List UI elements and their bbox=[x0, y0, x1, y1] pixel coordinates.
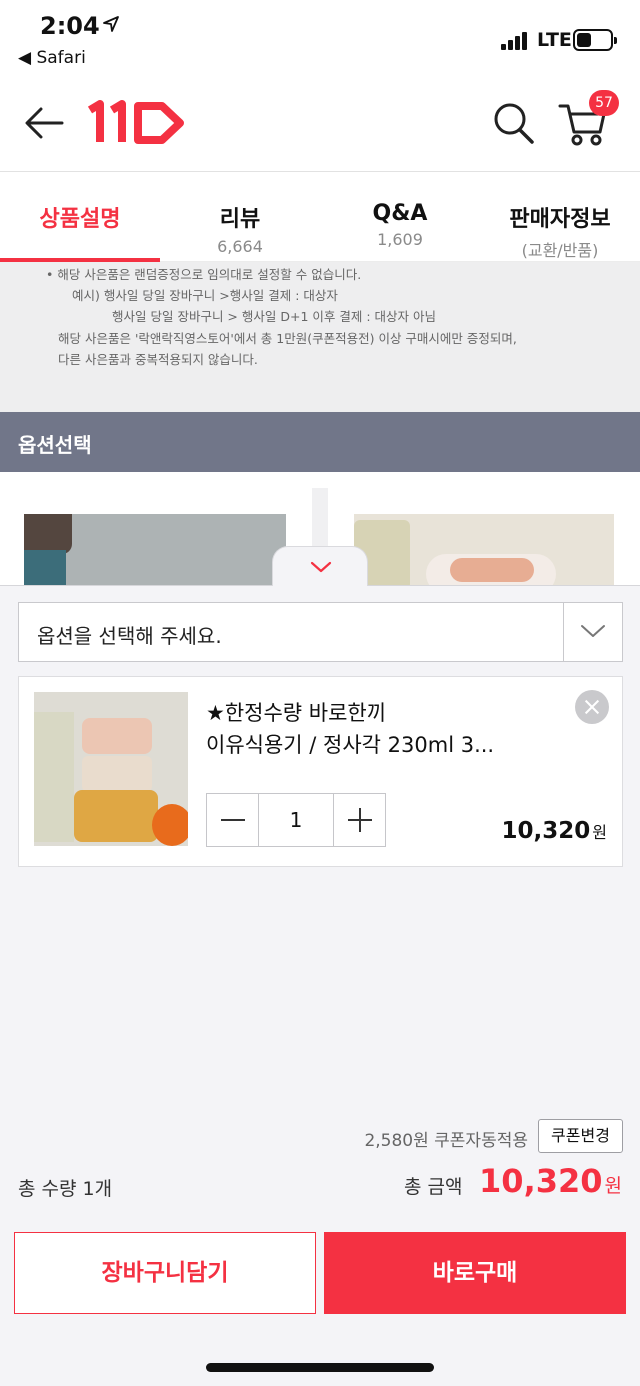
price-value: 10,320 bbox=[501, 818, 591, 844]
gift-notice: • 해당 사은품은 랜덤증정으로 임의대로 설정할 수 없습니다. 예시) 행사… bbox=[0, 262, 640, 412]
tab-count: 6,664 bbox=[217, 237, 263, 256]
increase-quantity-button[interactable] bbox=[333, 794, 385, 846]
app-header bbox=[0, 78, 640, 172]
tab-label: 리뷰 bbox=[219, 207, 261, 232]
title-line: ★한정수량 바로한끼 bbox=[206, 701, 387, 725]
brand-logo[interactable] bbox=[86, 98, 186, 148]
buy-now-button[interactable]: 바로구매 bbox=[324, 1232, 626, 1314]
back-arrow-icon[interactable] bbox=[24, 106, 64, 140]
tab-label: 상품설명 bbox=[39, 207, 121, 232]
option-image-left[interactable] bbox=[24, 514, 286, 585]
notice-line: 예시) 행사일 당일 장바구니 >행사일 결제 : 대상자 bbox=[72, 288, 338, 303]
currency-unit: 원 bbox=[604, 1175, 622, 1197]
notice-line: 해당 사은품은 '락앤락직영스토어'에서 총 1만원(쿠폰적용전) 이상 구매시… bbox=[58, 331, 517, 346]
option-section-header: 옵션선택 bbox=[0, 412, 640, 472]
notice-line: • 해당 사은품은 랜덤증정으로 임의대로 설정할 수 없습니다. bbox=[46, 267, 362, 282]
search-icon[interactable] bbox=[492, 100, 536, 146]
quantity-stepper: 1 bbox=[206, 793, 386, 847]
notice-line: 다른 사은품과 중복적용되지 않습니다. bbox=[58, 352, 258, 367]
sheet-collapse-handle[interactable] bbox=[272, 546, 368, 586]
battery-icon bbox=[573, 29, 617, 51]
tab-label: 판매자정보 bbox=[509, 207, 611, 232]
currency-unit: 원 bbox=[592, 823, 607, 842]
status-bar: 2:04 ◀ Safari LTE bbox=[0, 0, 640, 78]
tab-qna[interactable]: Q&A 1,609 bbox=[320, 173, 480, 262]
total-price-value: 10,320 bbox=[479, 1162, 603, 1200]
chevron-down-icon bbox=[581, 625, 605, 637]
carrier-label: LTE bbox=[537, 29, 572, 51]
tab-reviews[interactable]: 리뷰 6,664 bbox=[160, 173, 320, 262]
total-amount-label: 총 금액 bbox=[404, 1176, 463, 1198]
option-select-placeholder: 옵션을 선택해 주세요. bbox=[37, 624, 222, 648]
tab-subtitle: (교환/반품) bbox=[521, 241, 599, 260]
location-arrow-icon bbox=[103, 16, 119, 36]
tab-count: 1,609 bbox=[377, 230, 423, 249]
change-coupon-button[interactable]: 쿠폰변경 bbox=[538, 1119, 623, 1153]
signal-icon bbox=[501, 30, 533, 50]
add-to-cart-button[interactable]: 장바구니담기 bbox=[14, 1232, 316, 1314]
cart-count-badge: 57 bbox=[589, 90, 619, 116]
total-amount: 10,320 원 bbox=[479, 1162, 622, 1200]
decrease-quantity-button[interactable] bbox=[207, 794, 259, 846]
option-select[interactable]: 옵션을 선택해 주세요. bbox=[18, 602, 623, 662]
notice-line: 행사일 당일 장바구니 > 행사일 D+1 이후 결제 : 대상자 아님 bbox=[112, 309, 436, 324]
option-price: 10,320 원 bbox=[502, 818, 608, 844]
divider bbox=[563, 603, 564, 661]
title-line: 이유식용기 / 정사각 230ml 3... bbox=[206, 733, 495, 757]
home-indicator[interactable] bbox=[206, 1363, 434, 1372]
selected-option-title: ★한정수량 바로한끼 이유식용기 / 정사각 230ml 3... bbox=[206, 697, 566, 761]
tab-label: Q&A bbox=[372, 201, 428, 226]
tab-seller-info[interactable]: 판매자정보 (교환/반품) bbox=[480, 173, 640, 262]
total-quantity: 총 수량 1개 bbox=[18, 1178, 113, 1200]
chevron-down-icon bbox=[310, 561, 332, 573]
option-section-title: 옵션선택 bbox=[18, 433, 92, 457]
coupon-applied-text: 2,580원 쿠폰자동적용 bbox=[364, 1131, 528, 1151]
back-to-safari-link[interactable]: ◀ Safari bbox=[18, 48, 86, 68]
remove-option-button[interactable] bbox=[575, 690, 609, 724]
tab-description[interactable]: 상품설명 bbox=[0, 173, 160, 262]
status-time: 2:04 bbox=[40, 12, 100, 40]
option-image-right[interactable] bbox=[354, 514, 614, 585]
product-thumbnail bbox=[34, 692, 188, 846]
detail-tabs: 상품설명 리뷰 6,664 Q&A 1,609 판매자정보 (교환/반품) bbox=[0, 173, 640, 262]
quantity-value[interactable]: 1 bbox=[259, 794, 333, 846]
